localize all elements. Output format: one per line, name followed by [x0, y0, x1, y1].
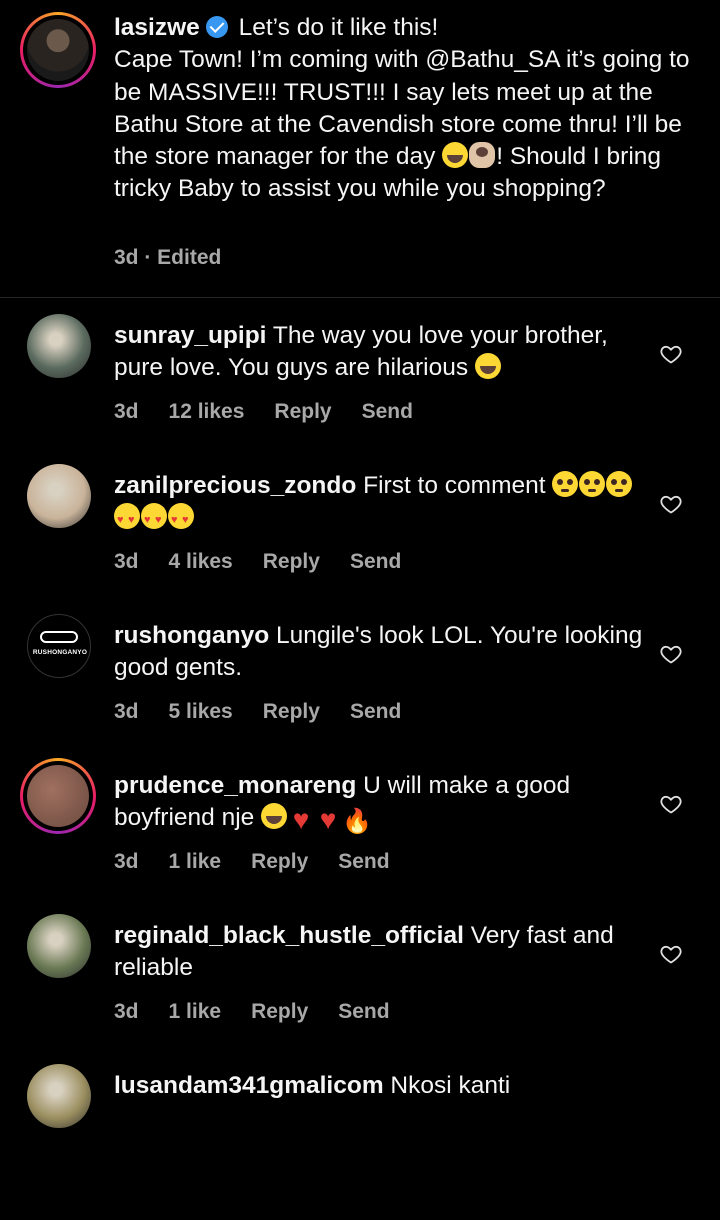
shrug-icon	[469, 142, 496, 169]
caption-username[interactable]: lasizwe	[114, 14, 200, 41]
reply-button[interactable]: Reply	[263, 550, 320, 574]
comment-time: 3d	[114, 850, 139, 873]
comment-text: reginald_black_hustle_official Very fast…	[114, 920, 644, 984]
laughing-icon	[261, 803, 288, 829]
comment-username[interactable]: zanilprecious_zondo	[114, 472, 356, 499]
comment-item: zanilprecious_zondo First to comment 3d 4…	[0, 464, 720, 620]
comment-meta: 3d 1 like Reply Send	[114, 850, 420, 874]
reply-button[interactable]: Reply	[251, 850, 308, 874]
caption-meta: 3d · Edited	[114, 246, 222, 269]
comment-text: zanilprecious_zondo First to comment	[114, 470, 644, 536]
comment-meta: 3d 12 likes Reply Send	[114, 400, 443, 424]
pleading-icon	[579, 471, 606, 497]
caption-body-a: Cape Town! I’m coming with	[114, 46, 426, 74]
comment-body: Nkosi kanti	[390, 1072, 511, 1099]
comment-item: prudence_monareng U will make a good boy…	[0, 758, 720, 920]
fire-icon: 🔥	[342, 808, 372, 835]
post-caption: lasizwe Let’s do it like this! Cape Town…	[0, 0, 720, 298]
likes-count[interactable]: 12 likes	[169, 400, 245, 424]
laughing-icon	[474, 353, 501, 379]
like-heart-icon[interactable]	[659, 942, 683, 966]
likes-count[interactable]: 5 likes	[169, 700, 233, 724]
likes-count[interactable]: 1 like	[169, 1000, 222, 1024]
comment-avatar[interactable]	[27, 1064, 91, 1128]
comment-item: lusandam341gmalicom Nkosi kanti	[0, 1064, 720, 1220]
red-heart-icon: ♥	[319, 804, 337, 835]
heart-eyes-icon	[141, 503, 167, 536]
pleading-icon	[606, 471, 633, 497]
comment-avatar[interactable]	[27, 464, 91, 528]
comment-item: RUSHONGANYO rushonganyo Lungile's look LO…	[0, 614, 720, 770]
comment-meta: 3d 1 like Reply Send	[114, 1000, 420, 1024]
like-heart-icon[interactable]	[659, 342, 683, 366]
comment-body: First to comment	[363, 472, 546, 499]
avatar-logo-text: RUSHONGANYO	[32, 649, 88, 656]
caption-text: lasizwe Let’s do it like this! Cape Town…	[114, 12, 694, 206]
heart-eyes-icon	[114, 503, 140, 536]
reply-button[interactable]: Reply	[263, 700, 320, 724]
comment-avatar[interactable]	[20, 758, 96, 834]
send-button[interactable]: Send	[350, 550, 401, 574]
comment-meta: 3d 4 likes Reply Send	[114, 550, 431, 574]
comment-time: 3d	[114, 1000, 139, 1023]
comment-text: prudence_monareng U will make a good boy…	[114, 770, 644, 835]
send-button[interactable]: Send	[338, 1000, 389, 1024]
pleading-icon	[552, 471, 579, 497]
comment-text: rushonganyo Lungile's look LOL. You're l…	[114, 620, 644, 684]
comment-time: 3d	[114, 400, 139, 423]
comment-avatar[interactable]	[27, 914, 91, 978]
like-heart-icon[interactable]	[659, 792, 683, 816]
grinning-sweat-icon	[442, 142, 469, 169]
caption-line1: Let’s do it like this!	[238, 14, 439, 41]
verified-badge-icon	[205, 16, 228, 38]
comment-avatar[interactable]	[27, 314, 91, 378]
send-button[interactable]: Send	[338, 850, 389, 874]
comment-username[interactable]: prudence_monareng	[114, 772, 356, 799]
likes-count[interactable]: 1 like	[169, 850, 222, 874]
send-button[interactable]: Send	[362, 400, 413, 424]
comment-username[interactable]: reginald_black_hustle_official	[114, 922, 464, 949]
comment-time: 3d	[114, 700, 139, 723]
comment-meta: 3d 5 likes Reply Send	[114, 700, 431, 724]
send-button[interactable]: Send	[350, 700, 401, 724]
like-heart-icon[interactable]	[659, 492, 683, 516]
red-heart-icon: ♥	[292, 804, 310, 835]
comment-avatar[interactable]: RUSHONGANYO	[27, 614, 91, 678]
comment-time: 3d	[114, 550, 139, 573]
comment-text: lusandam341gmalicom Nkosi kanti	[114, 1070, 644, 1102]
reply-button[interactable]: Reply	[274, 400, 331, 424]
likes-count[interactable]: 4 likes	[169, 550, 233, 574]
comment-username[interactable]: rushonganyo	[114, 622, 269, 649]
reply-button[interactable]: Reply	[251, 1000, 308, 1024]
mention-link[interactable]: @Bathu_SA	[425, 46, 559, 73]
divider	[0, 297, 720, 298]
comment-text: sunray_upipi The way you love your broth…	[114, 320, 644, 384]
comment-item: reginald_black_hustle_official Very fast…	[0, 914, 720, 1070]
comment-username[interactable]: sunray_upipi	[114, 322, 266, 349]
like-heart-icon[interactable]	[659, 642, 683, 666]
comment-username[interactable]: lusandam341gmalicom	[114, 1072, 384, 1099]
author-avatar[interactable]	[20, 12, 96, 88]
comment-item: sunray_upipi The way you love your broth…	[0, 314, 720, 470]
heart-eyes-icon	[168, 503, 194, 536]
